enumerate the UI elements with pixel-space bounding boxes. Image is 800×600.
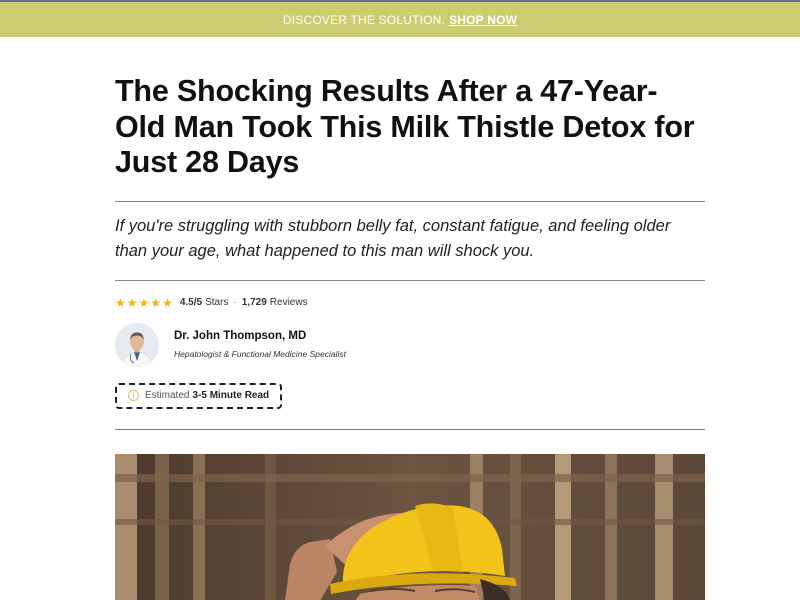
article-lede: If you're struggling with stubborn belly… xyxy=(115,216,671,260)
author-title: Hepatologist & Functional Medicine Speci… xyxy=(174,349,346,359)
star-icon: ★ xyxy=(138,295,150,310)
author-name: Dr. John Thompson, MD xyxy=(174,330,307,342)
rating-score: 4.5/5 xyxy=(179,297,203,308)
read-time-value: 3-5 Minute Read xyxy=(192,390,270,401)
rating-separator: · xyxy=(233,297,237,308)
star-rating: ★ ★ ★ ★ ★ xyxy=(115,297,173,309)
hero-image xyxy=(115,453,705,600)
read-time-badge: Estimated 3-5 Minute Read xyxy=(115,382,283,409)
shop-now-link[interactable]: SHOP NOW xyxy=(449,13,517,27)
star-icon: ★ xyxy=(150,295,162,310)
promo-text: DISCOVER THE SOLUTION. xyxy=(282,12,446,27)
divider xyxy=(115,428,705,430)
author-block: Dr. John Thompson, MD Hepatologist & Fun… xyxy=(115,322,705,367)
clock-icon xyxy=(128,390,139,401)
divider xyxy=(115,279,705,281)
rating-summary: ★ ★ ★ ★ ★ 4.5/5 Stars · 1,729 Reviews xyxy=(115,296,705,310)
article-headline: The Shocking Results After a 47-Year-Old… xyxy=(115,74,695,179)
review-count: 1,729 xyxy=(241,297,267,308)
read-time-prefix: Estimated xyxy=(145,390,190,401)
star-icon: ★ xyxy=(162,295,173,310)
divider xyxy=(115,200,705,202)
review-count-suffix: Reviews xyxy=(269,297,308,308)
star-icon: ★ xyxy=(126,295,138,310)
star-icon: ★ xyxy=(115,295,126,310)
avatar xyxy=(115,322,159,367)
promo-banner: DISCOVER THE SOLUTION. SHOP NOW xyxy=(0,0,800,37)
article: The Shocking Results After a 47-Year-Old… xyxy=(115,37,705,600)
rating-score-suffix: Stars xyxy=(205,297,229,308)
